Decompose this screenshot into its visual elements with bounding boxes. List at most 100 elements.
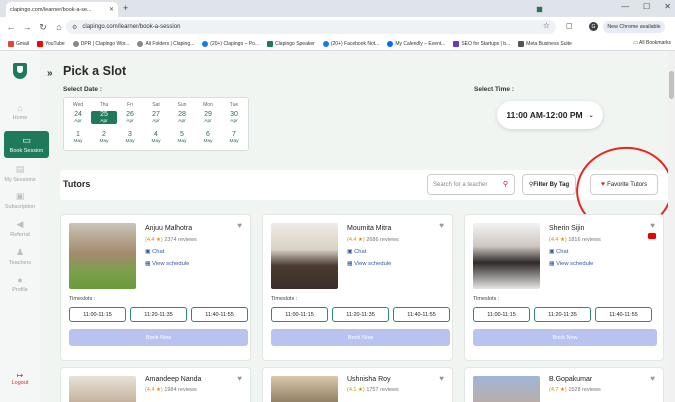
sidebar-item-subscription[interactable]: ▣ Subscription bbox=[0, 191, 40, 210]
book-now-button[interactable]: Book Now bbox=[69, 329, 248, 346]
view-schedule-link[interactable]: ▦ View schedule bbox=[549, 261, 593, 267]
date-month: Apr bbox=[204, 118, 212, 124]
sidebar-item-home[interactable]: ⌂ Home bbox=[0, 103, 40, 121]
bookmark-calendly[interactable]: My Calendly – Event... bbox=[387, 40, 445, 47]
url-field[interactable]: ⚙ clapingo.com/learner/book-a-session ☆ bbox=[66, 20, 556, 34]
tutor-name[interactable]: Anjuu Malhotra bbox=[145, 225, 192, 232]
bookmark-clapingo-speaker[interactable]: Clapingo Speaker bbox=[267, 40, 315, 47]
collapse-sidebar-icon[interactable]: » bbox=[47, 68, 53, 79]
tutor-name[interactable]: Ushnisha Roy bbox=[347, 376, 391, 383]
time-select[interactable]: 11:00 AM-12:00 PM ⌄ bbox=[497, 101, 603, 129]
timeslot-button[interactable]: 11:20-11:35 bbox=[332, 307, 389, 322]
tutor-photo bbox=[473, 223, 540, 289]
date-cell[interactable]: 6 May bbox=[195, 131, 221, 144]
timeslot-button[interactable]: 11:00-11:15 bbox=[271, 307, 328, 322]
date-cell[interactable]: 27 Apr bbox=[143, 111, 169, 124]
book-now-button[interactable]: Book Now bbox=[271, 329, 450, 346]
timeslot-button[interactable]: 11:20-11:35 bbox=[130, 307, 187, 322]
date-cell[interactable]: 29 Apr bbox=[195, 111, 221, 124]
home-icon[interactable]: ⌂ bbox=[54, 22, 64, 32]
favorite-heart-icon[interactable]: ♥ bbox=[439, 221, 444, 230]
logout-icon: ↦ bbox=[16, 371, 24, 380]
view-schedule-link[interactable]: ▦ View schedule bbox=[145, 261, 189, 267]
view-schedule-link[interactable]: ▦ View schedule bbox=[347, 261, 391, 267]
date-cell[interactable]: 3 May bbox=[117, 131, 143, 144]
bookmark-star-icon[interactable]: ☆ bbox=[543, 21, 550, 30]
reload-icon[interactable]: ↻ bbox=[38, 22, 48, 33]
favorite-heart-icon[interactable]: ♥ bbox=[439, 374, 444, 383]
favorite-heart-icon[interactable]: ♥ bbox=[237, 221, 242, 230]
bookmark-seo[interactable]: SEO for Startups | b... bbox=[453, 40, 510, 47]
chat-link[interactable]: ▣ Chat bbox=[549, 249, 568, 255]
timeslot-button[interactable]: 11:00-11:15 bbox=[69, 307, 126, 322]
favorite-tutors-button[interactable]: ♥ Favorite Tutors bbox=[590, 174, 658, 195]
date-cell[interactable]: 25 Apr bbox=[91, 111, 117, 124]
bookmark-facebook-clapingo[interactable]: (20+) Clapingo – Po... bbox=[202, 40, 259, 47]
search-icon: ⚲ bbox=[502, 181, 508, 188]
timeslot-button[interactable]: 11:40-11:55 bbox=[191, 307, 248, 322]
tutor-rating: (4.4 ★) 1816 reviews bbox=[549, 237, 601, 243]
bookmark-facebook-notifications[interactable]: (20+) Facebook Not... bbox=[322, 40, 379, 47]
close-window-icon[interactable]: ✕ bbox=[664, 2, 671, 11]
site-info-icon[interactable]: ⚙ bbox=[72, 24, 77, 31]
date-cell[interactable]: 5 May bbox=[169, 131, 195, 144]
sidebar-item-book-session[interactable]: ▭ Book Session bbox=[4, 131, 49, 158]
chat-bubble-icon: ▭ bbox=[22, 135, 31, 145]
timeslot-button[interactable]: 11:40-11:55 bbox=[595, 307, 652, 322]
forward-icon[interactable]: → bbox=[22, 22, 32, 32]
all-bookmarks[interactable]: ▭ All Bookmarks bbox=[633, 40, 671, 46]
bookmark-youtube[interactable]: YouTube bbox=[37, 40, 65, 47]
tutor-name[interactable]: Moumita Mitra bbox=[347, 225, 391, 232]
date-cell[interactable]: 1 May bbox=[65, 131, 91, 144]
filter-by-tag-button[interactable]: ⚲ Filter By Tag bbox=[522, 174, 576, 195]
new-chrome-available-button[interactable]: New Chrome available bbox=[603, 21, 665, 33]
date-cell[interactable]: 4 May bbox=[143, 131, 169, 144]
book-now-button[interactable]: Book Now bbox=[473, 329, 657, 346]
date-cell[interactable]: 7 May bbox=[221, 131, 247, 144]
sidebar-item-teachers[interactable]: ♟ Teachers bbox=[0, 247, 40, 266]
sidebar-item-referral[interactable]: ◀ Referral bbox=[0, 219, 40, 238]
extensions-icon[interactable]: ◻ bbox=[566, 21, 573, 30]
date-number: 2 bbox=[102, 131, 106, 138]
sidebar-item-my-sessions[interactable]: ▤ My Sessions bbox=[0, 164, 40, 183]
youtube-icon[interactable] bbox=[648, 233, 656, 239]
date-cell[interactable]: 2 May bbox=[91, 131, 117, 144]
favorite-heart-icon[interactable]: ♥ bbox=[650, 374, 655, 383]
search-teacher-input[interactable]: Search for a teacher ⚲ bbox=[427, 174, 515, 195]
date-cell[interactable]: 24 Apr bbox=[65, 111, 91, 124]
scrollbar-thumb[interactable] bbox=[669, 71, 674, 99]
back-icon[interactable]: ← bbox=[6, 22, 16, 32]
clapingo-logo[interactable] bbox=[13, 63, 27, 79]
page-scrollbar[interactable] bbox=[668, 51, 675, 402]
bookmark-meta[interactable]: Meta Business Suite bbox=[518, 40, 572, 47]
tutor-name[interactable]: B.Gopakumar bbox=[549, 376, 592, 383]
tutor-name[interactable]: Amandeep Nanda bbox=[145, 376, 201, 383]
tutor-name[interactable]: Sherin Sijin bbox=[549, 225, 584, 232]
chat-link[interactable]: ▣ Chat bbox=[145, 249, 164, 255]
date-cell[interactable]: 30 Apr bbox=[221, 111, 247, 124]
close-tab-icon[interactable]: ✕ bbox=[109, 6, 114, 13]
timeslot-button[interactable]: 11:00-11:15 bbox=[473, 307, 530, 322]
minimize-icon[interactable]: — bbox=[621, 2, 629, 11]
bookmark-gmail[interactable]: Gmail bbox=[8, 40, 29, 47]
profile-avatar[interactable]: G bbox=[589, 22, 598, 31]
browser-tab[interactable]: clapingo.com/learner/book-a-se... ✕ bbox=[6, 2, 543, 17]
chevron-down-icon: ⌄ bbox=[588, 112, 594, 119]
date-cell[interactable]: 28 Apr bbox=[169, 111, 195, 124]
maximize-icon[interactable]: ☐ bbox=[643, 2, 650, 11]
bookmark-all-folders[interactable]: All Folders | Claping... bbox=[137, 40, 194, 47]
date-month: May bbox=[99, 138, 109, 144]
logout-button[interactable]: ↦ Logout bbox=[0, 371, 40, 386]
date-number: 26 bbox=[126, 111, 134, 118]
bookmark-dpr[interactable]: DPR | Clapingo Wor... bbox=[72, 40, 129, 47]
select-time-label: Select Time : bbox=[474, 86, 514, 93]
chat-link[interactable]: ▣ Chat bbox=[347, 249, 366, 255]
date-number: 4 bbox=[154, 131, 158, 138]
favorite-heart-icon[interactable]: ♥ bbox=[237, 374, 242, 383]
sidebar-item-profile[interactable]: ● Profile bbox=[0, 275, 40, 293]
timeslot-button[interactable]: 11:20-11:35 bbox=[534, 307, 591, 322]
date-cell[interactable]: 26 Apr bbox=[117, 111, 143, 124]
timeslot-button[interactable]: 11:40-11:55 bbox=[393, 307, 450, 322]
new-tab-icon[interactable]: + bbox=[123, 3, 128, 13]
favorite-heart-icon[interactable]: ♥ bbox=[650, 221, 655, 230]
